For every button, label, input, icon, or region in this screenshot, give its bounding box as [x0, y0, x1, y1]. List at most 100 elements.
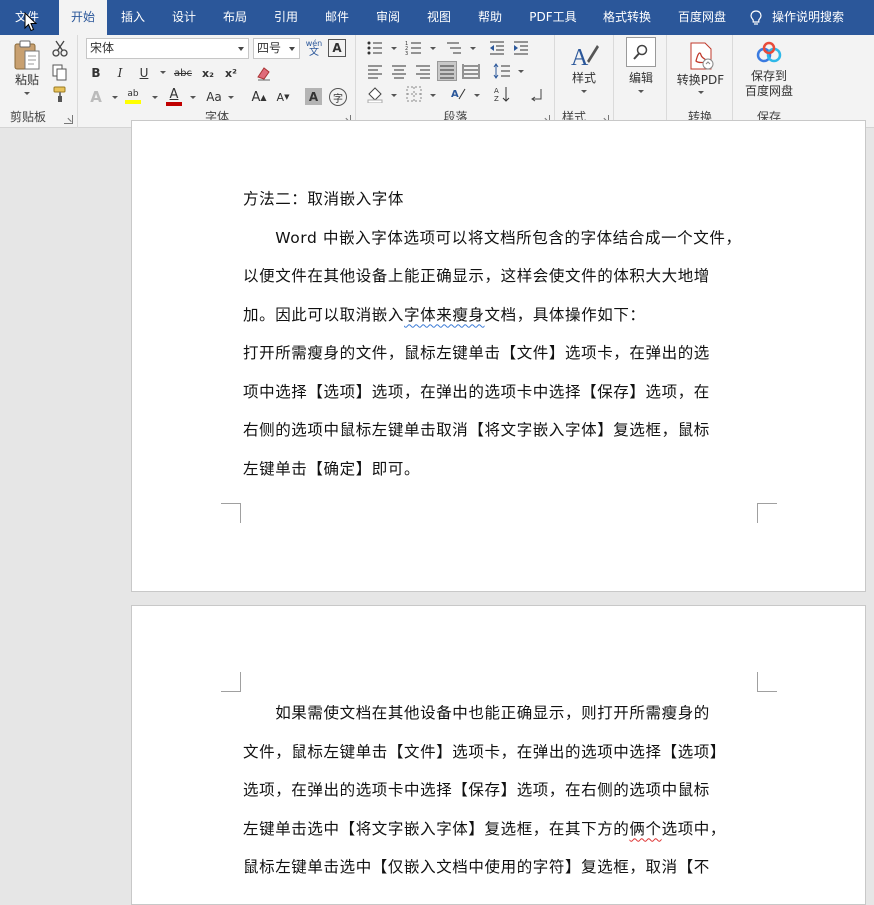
chevron-down-icon — [638, 90, 644, 93]
group-font: 宋体 四号 wén 文 A B I U abc x₂ x² A ab A Aa … — [79, 35, 356, 128]
tab-baidu-netdisk[interactable]: 百度网盘 — [671, 0, 733, 35]
save-to-label-line2: 百度网盘 — [744, 84, 793, 98]
styles-label: 样式 — [571, 71, 596, 85]
tab-format-convert[interactable]: 格式转换 — [596, 0, 658, 35]
tab-home[interactable]: 开始 — [59, 0, 107, 35]
clipboard-launcher-icon[interactable] — [64, 115, 73, 124]
align-center-icon[interactable] — [390, 62, 408, 80]
page1-text[interactable]: 方法二：取消嵌入字体 Word 中嵌入字体选项可以将文档所包含的字体结合成一个文… — [243, 180, 773, 488]
grammar-flagged-text[interactable]: 字体来瘦身 — [404, 306, 485, 324]
borders-icon[interactable] — [405, 85, 423, 103]
find-icon — [633, 44, 648, 60]
tab-insert[interactable]: 插入 — [112, 0, 154, 35]
shading-icon[interactable] — [366, 85, 384, 103]
subscript-button[interactable]: x₂ — [199, 63, 217, 83]
grow-font-button[interactable]: A ▲ — [251, 87, 267, 107]
chevron-down-icon[interactable] — [228, 96, 234, 99]
highlight-color-button[interactable]: ab — [123, 85, 143, 107]
copy-icon[interactable] — [51, 63, 69, 81]
svg-text:A: A — [571, 45, 589, 71]
page2-text[interactable]: 如果需使文档在其他设备中也能正确显示，则打开所需瘦身的 文件，鼠标左键单击【文件… — [243, 694, 773, 887]
styles-button[interactable]: A 样式 — [560, 39, 608, 105]
mouse-cursor-icon — [24, 12, 38, 32]
tab-layout[interactable]: 布局 — [214, 0, 256, 35]
superscript-button[interactable]: x² — [222, 63, 240, 83]
clear-formatting-icon[interactable] — [255, 64, 273, 82]
font-color-button[interactable]: A — [165, 85, 183, 107]
underline-button[interactable]: U — [136, 63, 152, 83]
show-formatting-marks-icon[interactable] — [527, 85, 545, 103]
align-right-icon[interactable] — [414, 62, 432, 80]
format-painter-icon[interactable] — [51, 85, 69, 103]
baidu-netdisk-icon — [756, 41, 782, 63]
chevron-down-icon — [581, 90, 587, 93]
convert-pdf-label: 转换PDF — [676, 73, 725, 87]
svg-text:A: A — [494, 87, 499, 95]
character-shading-button[interactable]: A — [305, 88, 322, 105]
line-spacing-icon[interactable] — [493, 62, 511, 80]
justify-icon[interactable] — [437, 61, 457, 81]
chevron-down-icon — [697, 91, 704, 94]
editing-button[interactable]: 编辑 — [619, 37, 663, 103]
sort-icon[interactable]: AZ — [493, 85, 511, 103]
multilevel-list-icon[interactable] — [445, 39, 463, 57]
strikethrough-button[interactable]: abc — [172, 63, 194, 83]
tab-review[interactable]: 审阅 — [367, 0, 409, 35]
paragraph-line: 以便文件在其他设备上能正确显示，这样会使文件的体积大大地增 — [243, 267, 710, 285]
font-name-combobox[interactable]: 宋体 — [86, 38, 249, 59]
group-paragraph: 123 A A Z 段落 — [357, 35, 555, 128]
spelling-flagged-text[interactable]: 俩个 — [629, 820, 661, 838]
chevron-down-icon[interactable] — [474, 94, 480, 97]
phonetic-guide-button[interactable]: wén 文 — [304, 37, 324, 59]
bullets-icon[interactable] — [366, 39, 384, 57]
tell-me-label: 操作说明搜索 — [772, 10, 845, 24]
numbering-icon[interactable]: 123 — [405, 39, 423, 57]
tell-me-search[interactable]: 操作说明搜索 — [750, 0, 844, 35]
change-case-button[interactable]: Aa — [203, 87, 225, 107]
tab-design[interactable]: 设计 — [163, 0, 205, 35]
chevron-down-icon[interactable] — [430, 94, 436, 97]
enclose-characters-button[interactable]: 字 — [329, 88, 347, 106]
chevron-down-icon[interactable] — [518, 70, 524, 73]
character-border-button[interactable]: A — [328, 39, 346, 57]
distributed-icon[interactable] — [462, 62, 480, 80]
font-name-value: 宋体 — [90, 41, 115, 55]
text-effects-button[interactable]: A — [88, 87, 104, 107]
increase-indent-icon[interactable] — [512, 39, 530, 57]
svg-text:3: 3 — [405, 51, 408, 57]
chevron-down-icon[interactable] — [470, 47, 476, 50]
chinese-layout-icon[interactable]: A — [449, 85, 467, 103]
chevron-down-icon[interactable] — [391, 47, 397, 50]
tab-references[interactable]: 引用 — [265, 0, 307, 35]
paste-icon — [14, 40, 40, 70]
chevron-down-icon[interactable] — [430, 47, 436, 50]
section-heading: 方法二：取消嵌入字体 — [243, 190, 405, 208]
tab-mailings[interactable]: 邮件 — [316, 0, 358, 35]
paragraph-line: 加。因此可以取消嵌入字体来瘦身文档，具体操作如下： — [243, 296, 773, 335]
tab-pdf-tools[interactable]: PDF工具 — [524, 0, 582, 35]
tab-help[interactable]: 帮助 — [469, 0, 511, 35]
paste-button[interactable]: 粘贴 — [6, 39, 48, 105]
chevron-down-icon[interactable] — [152, 96, 158, 99]
paragraph-line: Word 中嵌入字体选项可以将文档所包含的字体结合成一个文件， — [243, 228, 742, 247]
chevron-down-icon[interactable] — [391, 94, 397, 97]
shrink-font-icon: A — [276, 90, 285, 104]
paragraph-line: 项中选择【选项】选项，在弹出的选项卡中选择【保存】选项，在 — [243, 382, 710, 401]
save-to-baidu-button[interactable]: 保存到 百度网盘 — [738, 41, 800, 107]
shrink-font-button[interactable]: A ▼ — [275, 87, 291, 107]
cut-icon[interactable] — [51, 39, 69, 57]
bold-button[interactable]: B — [88, 63, 104, 83]
italic-button[interactable]: I — [112, 63, 128, 83]
tab-view[interactable]: 视图 — [418, 0, 460, 35]
align-left-icon[interactable] — [366, 62, 384, 80]
convert-pdf-button[interactable]: 转换PDF — [672, 41, 729, 107]
font-size-combobox[interactable]: 四号 — [253, 38, 300, 59]
decrease-indent-icon[interactable] — [488, 39, 506, 57]
chevron-down-icon[interactable] — [112, 96, 118, 99]
highlighter-icon: ab — [127, 88, 139, 99]
chevron-down-icon — [238, 47, 244, 51]
save-to-label-line1: 保存到 — [750, 69, 787, 83]
chevron-down-icon[interactable] — [190, 96, 196, 99]
chevron-down-icon[interactable] — [160, 71, 166, 74]
group-styles: A 样式 样式 — [556, 35, 614, 128]
